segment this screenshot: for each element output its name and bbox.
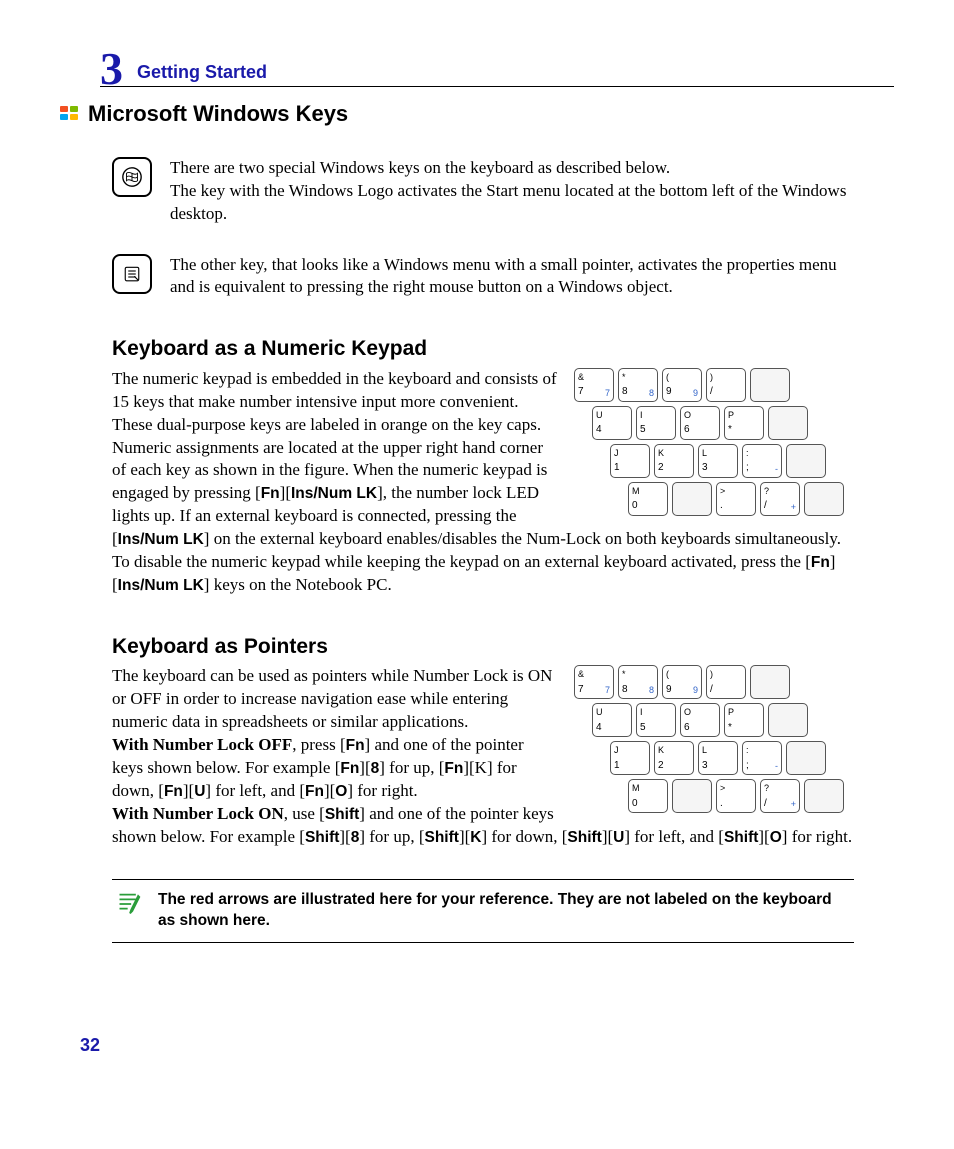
windows-menu-key-text: The other key, that looks like a Windows…: [170, 254, 854, 300]
keypad-key: K2: [654, 444, 694, 478]
keypad-row: U4I5O6P*: [574, 406, 854, 440]
keypad-key: P*: [724, 406, 764, 440]
keypad-key: L3: [698, 741, 738, 775]
keypad-key: ?/+: [760, 779, 800, 813]
keypad-key: &77: [574, 665, 614, 699]
keypad-key: K2: [654, 741, 694, 775]
keypad-key: [750, 665, 790, 699]
note-box: The red arrows are illustrated here for …: [112, 879, 854, 943]
keypad-key: :;-: [742, 741, 782, 775]
keypad-key: M0: [628, 779, 668, 813]
windows-logo-key-text: There are two special Windows keys on th…: [170, 157, 854, 226]
keypad-key: L3: [698, 444, 738, 478]
section-title-text: Microsoft Windows Keys: [88, 99, 348, 129]
keypad-key: [672, 779, 712, 813]
keypad-key: [804, 779, 844, 813]
windows-menu-key-row: The other key, that looks like a Windows…: [112, 254, 854, 300]
keypad-figure-2: &77*88(99)/ U4I5O6P* J1K2L3:;- M0 >.?/+: [574, 665, 854, 817]
keypad-key: J1: [610, 444, 650, 478]
keypad-key: J1: [610, 741, 650, 775]
keypad-key: [672, 482, 712, 516]
keypad-key: >.: [716, 779, 756, 813]
keypad-key: :;-: [742, 444, 782, 478]
keypad-key: (99: [662, 665, 702, 699]
keypad-key: [768, 703, 808, 737]
keypad-figure-1: &77*88(99)/ U4I5O6P* J1K2L3:;- M0 >.?/+: [574, 368, 854, 520]
windows-menu-key-icon: [112, 254, 152, 294]
keypad-key: *88: [618, 368, 658, 402]
keypad-key: O6: [680, 703, 720, 737]
keypad-row: &77*88(99)/: [574, 368, 854, 402]
keypad-key: )/: [706, 368, 746, 402]
keypad-key: *88: [618, 665, 658, 699]
keypad-key: P*: [724, 703, 764, 737]
windows-logo-key-row: There are two special Windows keys on th…: [112, 157, 854, 226]
keypad-key: [786, 444, 826, 478]
keypad-key: )/: [706, 665, 746, 699]
subsection-numeric-keypad: Keyboard as a Numeric Keypad: [112, 335, 894, 363]
subsection-pointers: Keyboard as Pointers: [112, 633, 894, 661]
note-text: The red arrows are illustrated here for …: [158, 890, 850, 932]
note-pencil-icon: [116, 890, 144, 932]
keypad-key: I5: [636, 703, 676, 737]
keypad-key: U4: [592, 703, 632, 737]
chapter-header: 3 Getting Started: [100, 40, 894, 87]
keypad-row: U4I5O6P*: [574, 703, 854, 737]
windows-flag-icon: [60, 106, 80, 122]
keypad-row: M0 >.?/+: [574, 779, 854, 813]
keypad-key: ?/+: [760, 482, 800, 516]
keypad-row: &77*88(99)/: [574, 665, 854, 699]
keypad-key: [786, 741, 826, 775]
keypad-row: J1K2L3:;-: [574, 741, 854, 775]
keypad-key: [804, 482, 844, 516]
section-title-windows-keys: Microsoft Windows Keys: [60, 99, 894, 129]
pointers-body: &77*88(99)/U4I5O6P*J1K2L3:;-M0>.?/+ The …: [112, 665, 854, 849]
keypad-key: M0: [628, 482, 668, 516]
keypad-key: O6: [680, 406, 720, 440]
chapter-number: 3: [100, 46, 123, 92]
keypad-key: >.: [716, 482, 756, 516]
windows-logo-key-icon: [112, 157, 152, 197]
keypad-row: M0 >.?/+: [574, 482, 854, 516]
keypad-key: &77: [574, 368, 614, 402]
numeric-keypad-body: &77*88(99)/U4I5O6P*J1K2L3:;-M0>.?/+ The …: [112, 368, 854, 597]
keypad-key: (99: [662, 368, 702, 402]
keypad-key: U4: [592, 406, 632, 440]
chapter-title: Getting Started: [137, 60, 267, 84]
keypad-key: I5: [636, 406, 676, 440]
keypad-key: [768, 406, 808, 440]
page-number: 32: [80, 1033, 894, 1057]
keypad-row: J1K2L3:;-: [574, 444, 854, 478]
keypad-key: [750, 368, 790, 402]
